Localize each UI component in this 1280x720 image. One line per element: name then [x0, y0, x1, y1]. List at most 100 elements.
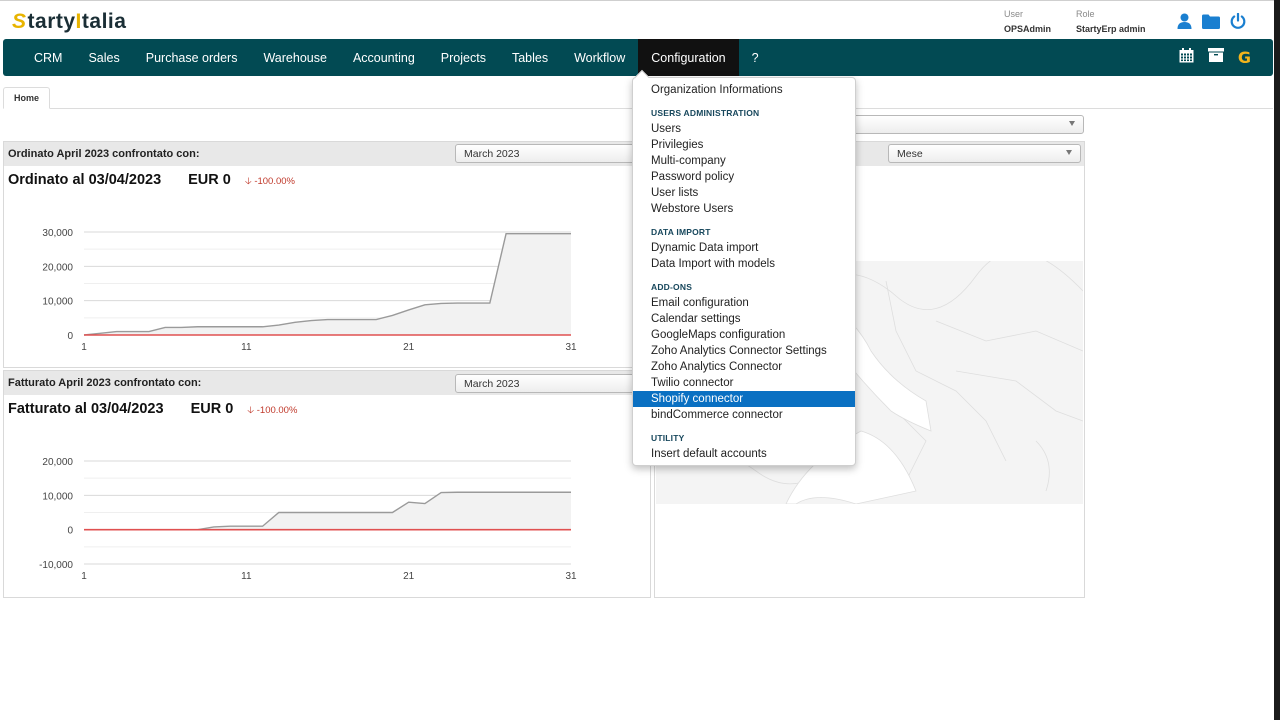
fatturato-amount: EUR 0	[190, 401, 234, 417]
ordinato-chart: 010,00020,00030,0001 11 21 31	[42, 228, 577, 353]
menu-item-webstore-users[interactable]: Webstore Users	[633, 201, 855, 217]
y-tick-label: -10,000	[39, 560, 73, 571]
period-value: Mese	[897, 148, 923, 160]
x-tick-label: 1	[81, 342, 87, 353]
menu-item-twilio-connector[interactable]: Twilio connector	[633, 375, 855, 391]
ordinato-header-title: Ordinato April 2023 confrontato con:	[8, 148, 200, 160]
chevron-down-icon	[1069, 121, 1075, 126]
logo[interactable]: StartyItalia	[12, 10, 126, 34]
menu-item-insert-default-accounts[interactable]: Insert default accounts	[633, 446, 855, 462]
folder-icon[interactable]	[1202, 14, 1220, 29]
x-tick-label: 21	[403, 342, 415, 353]
menu-item-organization-informations[interactable]: Organization Informations	[633, 82, 855, 98]
x-tick-label: 11	[241, 342, 252, 353]
navbar-right-icons: G	[1179, 39, 1251, 76]
role-info: Role StartyErp admin	[1076, 9, 1146, 34]
x-tick-label: 31	[565, 571, 577, 582]
nav-item-accounting[interactable]: Accounting	[340, 39, 428, 76]
menu-section-data-import: DATA IMPORT	[651, 227, 711, 237]
menu-section-utility: UTILITY	[651, 433, 685, 443]
ordinato-stat: Ordinato al 03/04/2023 EUR 0 🡣 -100.00%	[8, 172, 295, 190]
menu-item-user-lists[interactable]: User lists	[633, 185, 855, 201]
y-tick-label: 10,000	[42, 491, 73, 502]
ordinato-delta-value: -100.00%	[254, 176, 295, 187]
power-icon[interactable]	[1230, 13, 1246, 29]
ordinato-title: Ordinato al 03/04/2023	[8, 172, 162, 188]
menu-item-data-import-with-models[interactable]: Data Import with models	[633, 256, 855, 272]
tab-home[interactable]: Home	[3, 87, 51, 109]
archive-icon[interactable]	[1207, 48, 1224, 67]
nav-item-help[interactable]: ?	[739, 39, 772, 76]
fatturato-compare-value: March 2023	[464, 378, 520, 390]
nav-item-crm[interactable]: CRM	[21, 39, 75, 76]
menu-item-bindcommerce-connector[interactable]: bindCommerce connector	[633, 407, 855, 423]
x-tick-label: 21	[403, 571, 415, 582]
y-tick-label: 30,000	[42, 228, 73, 239]
nav-item-configuration[interactable]: Configuration	[638, 39, 739, 76]
ordinato-panel: Ordinato April 2023 confrontato con: Mar…	[3, 141, 655, 368]
role-value: StartyErp admin	[1076, 24, 1146, 34]
user-info: User OPSAdmin	[1004, 9, 1051, 34]
top-border	[0, 0, 1274, 1]
menu-item-shopify-connector[interactable]: Shopify connector	[633, 391, 855, 407]
x-tick-label: 1	[81, 571, 87, 582]
arrow-down-icon: 🡣	[247, 405, 255, 416]
menu-item-password-policy[interactable]: Password policy	[633, 169, 855, 185]
series-area-0	[84, 492, 571, 530]
nav-item-tables[interactable]: Tables	[499, 39, 561, 76]
menu-item-privilegies[interactable]: Privilegies	[633, 137, 855, 153]
menu-section-add-ons: ADD-ONS	[651, 282, 693, 292]
fatturato-delta-value: -100.00%	[256, 405, 298, 416]
page: StartyItalia User OPSAdmin Role StartyEr…	[0, 0, 1280, 720]
menu-item-multi-company[interactable]: Multi-company	[633, 153, 855, 169]
ordinato-compare-value: March 2023	[464, 148, 520, 160]
fatturato-header-title: Fatturato April 2023 confrontato con:	[8, 377, 202, 389]
menu-section-users-administration: USERS ADMINISTRATION	[651, 108, 760, 118]
role-label: Role	[1076, 9, 1095, 19]
arrow-down-icon: 🡣	[244, 176, 252, 187]
fatturato-panel: Fatturato April 2023 confrontato con: Ma…	[3, 370, 655, 598]
g-icon[interactable]: G	[1238, 48, 1251, 67]
configuration-dropdown-menu: Organization Informations USERS ADMINISTR…	[632, 69, 856, 466]
nav-item-warehouse[interactable]: Warehouse	[250, 39, 339, 76]
main-navbar: CRM Sales Purchase orders Warehouse Accounti…	[3, 39, 1273, 76]
nav-item-projects[interactable]: Projects	[428, 39, 499, 76]
ordinato-compare-select[interactable]: March 2023	[455, 144, 655, 163]
user-label: User	[1004, 9, 1024, 19]
logo-text-a: tarty	[27, 10, 76, 33]
fatturato-chart: -10,000010,00020,0001 11 21 31	[39, 457, 577, 582]
x-tick-label: 31	[565, 342, 577, 353]
menu-item-zoho-analytics-connector-settings[interactable]: Zoho Analytics Connector Settings	[633, 343, 855, 359]
menu-item-email-configuration[interactable]: Email configuration	[633, 295, 855, 311]
user-icon[interactable]	[1177, 13, 1192, 29]
menu-item-dynamic-data-import[interactable]: Dynamic Data import	[633, 240, 855, 256]
y-tick-label: 20,000	[42, 262, 73, 273]
fatturato-compare-select[interactable]: March 2023	[455, 374, 655, 393]
fatturato-panel-header: Fatturato April 2023 confrontato con: Ma…	[4, 371, 655, 395]
menu-item-calendar-settings[interactable]: Calendar settings	[633, 311, 855, 327]
menu-item-zoho-analytics-connector[interactable]: Zoho Analytics Connector	[633, 359, 855, 375]
period-select[interactable]: Mese	[888, 144, 1081, 163]
chevron-down-icon	[1066, 150, 1072, 155]
y-tick-label: 20,000	[42, 457, 73, 468]
ordinato-panel-header: Ordinato April 2023 confrontato con: Mar…	[4, 142, 655, 166]
nav-items: CRM Sales Purchase orders Warehouse Accounti…	[3, 39, 1273, 76]
y-tick-label: 0	[67, 526, 73, 537]
x-tick-label: 11	[241, 571, 252, 582]
fatturato-title: Fatturato al 03/04/2023	[8, 401, 164, 417]
dropdown-list: Organization Informations USERS ADMINISTR…	[633, 82, 855, 462]
logo-mark: S	[12, 10, 27, 33]
calendar-icon[interactable]	[1179, 47, 1194, 68]
fatturato-stat: Fatturato al 03/04/2023 EUR 0 🡣 -100.00%	[8, 401, 297, 419]
y-tick-label: 0	[67, 331, 73, 342]
menu-item-googlemaps-configuration[interactable]: GoogleMaps configuration	[633, 327, 855, 343]
logo-text-b: talia	[81, 10, 127, 33]
y-tick-label: 10,000	[42, 297, 73, 308]
window-edge	[1274, 0, 1280, 720]
ordinato-delta: 🡣 -100.00%	[245, 174, 295, 190]
menu-item-users[interactable]: Users	[633, 121, 855, 137]
nav-item-workflow[interactable]: Workflow	[561, 39, 638, 76]
nav-item-sales[interactable]: Sales	[75, 39, 132, 76]
ordinato-amount: EUR 0	[188, 172, 231, 188]
nav-item-purchase-orders[interactable]: Purchase orders	[133, 39, 251, 76]
